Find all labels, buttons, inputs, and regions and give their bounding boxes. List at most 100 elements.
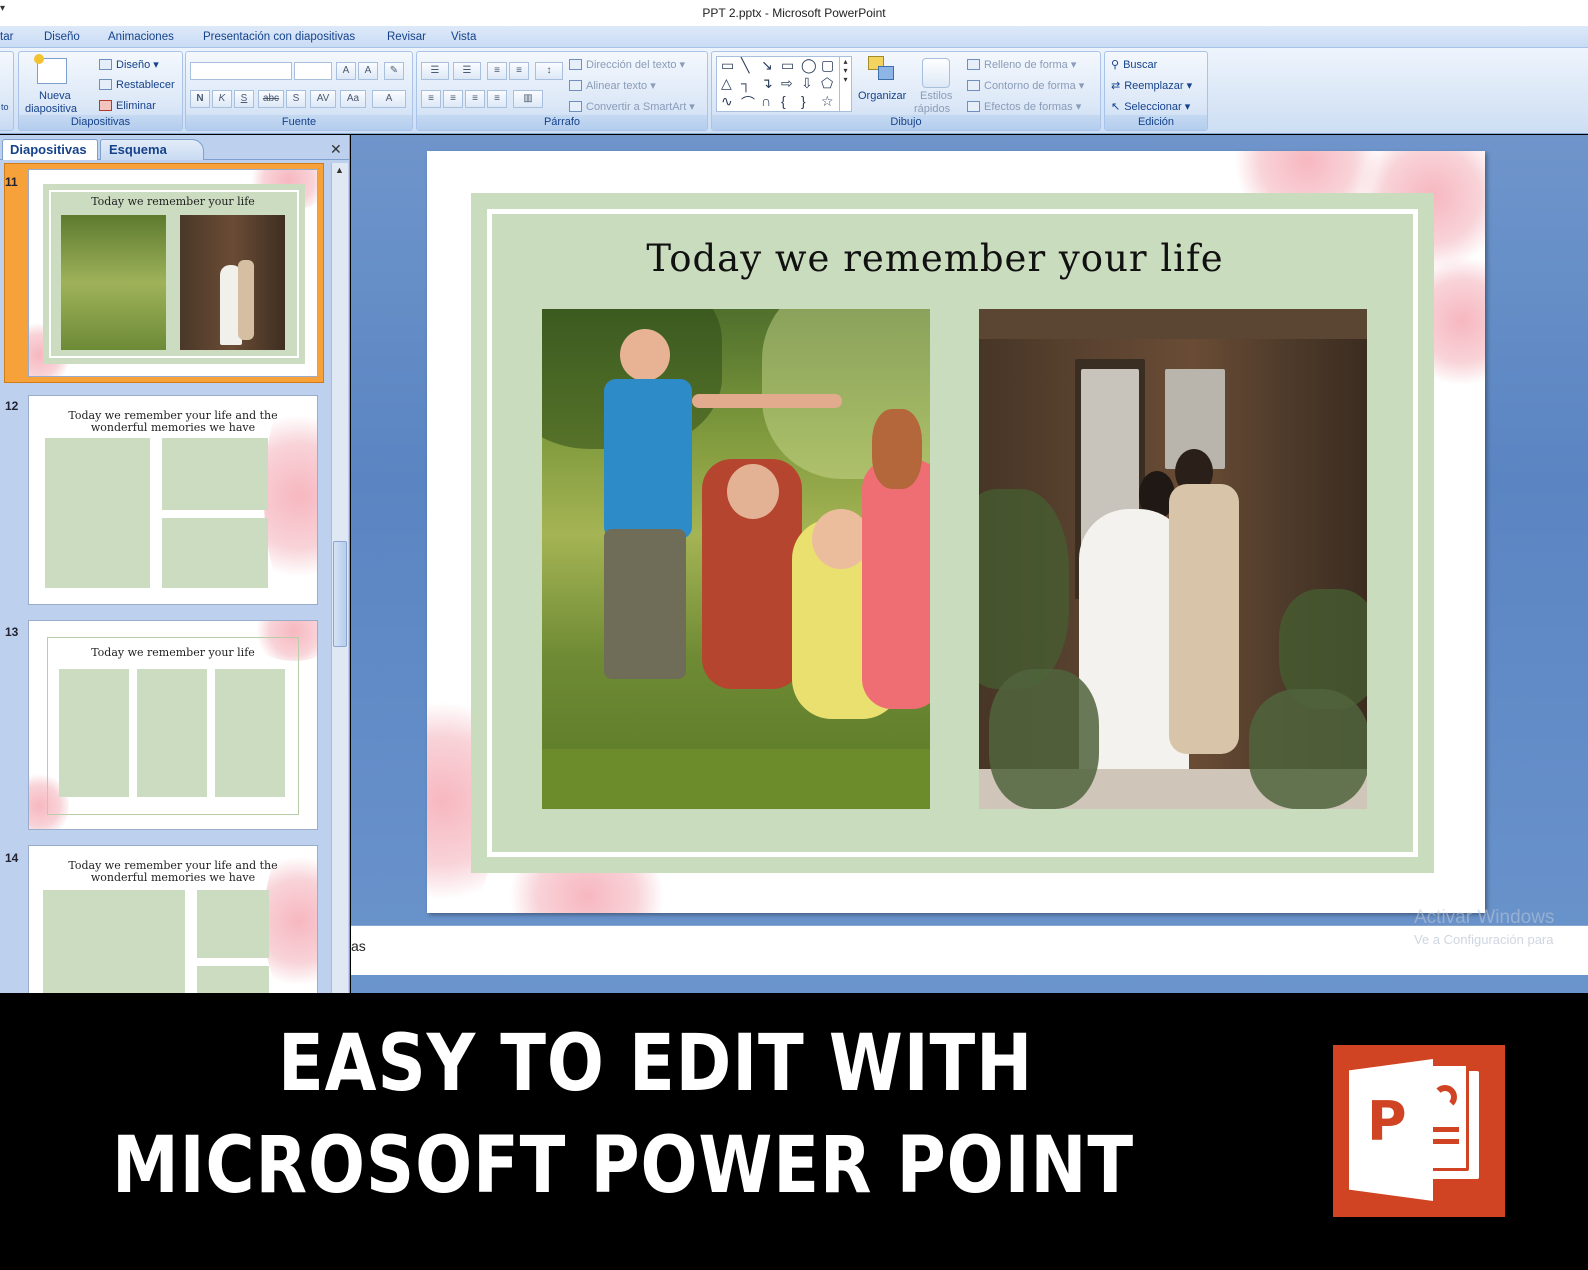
tab-view[interactable]: Vista: [451, 31, 476, 43]
bullets-button[interactable]: ☰: [421, 62, 449, 80]
bold-button[interactable]: N: [190, 90, 210, 108]
textbox-shape-icon[interactable]: ▭: [721, 57, 734, 74]
slide-thumbnail-14[interactable]: Today we remember your life and the wond…: [28, 845, 318, 993]
arrow-line-shape-icon[interactable]: ↘: [761, 57, 773, 74]
paragraph-group-label: Párrafo: [417, 115, 707, 130]
right-brace-shape-icon[interactable]: }: [801, 93, 806, 109]
font-group-label: Fuente: [186, 115, 412, 130]
align-right-button[interactable]: ≡: [465, 90, 485, 108]
freeform-shape-icon[interactable]: ∿: [721, 93, 733, 110]
select-button[interactable]: ↖ Seleccionar ▾: [1111, 100, 1190, 113]
binoculars-icon: ⚲: [1111, 59, 1120, 71]
font-color-button[interactable]: A: [372, 90, 406, 108]
notes-text[interactable]: as: [351, 938, 366, 954]
editing-group-label: Edición: [1105, 115, 1207, 130]
rounded-rect-shape-icon[interactable]: ▢: [821, 57, 834, 74]
elbow-arrow-shape-icon[interactable]: ↴: [761, 75, 773, 92]
layout-button[interactable]: Diseño ▾: [99, 58, 159, 71]
tab-review[interactable]: Revisar: [387, 31, 426, 43]
arrange-icon[interactable]: [868, 56, 898, 86]
convert-smartart-button[interactable]: Convertir a SmartArt ▾: [569, 100, 695, 113]
drawing-group-label: Dibujo: [712, 115, 1100, 130]
decrease-indent-button[interactable]: ≡: [487, 62, 507, 80]
effects-icon: [967, 101, 980, 112]
paragraph-group: ☰ ☰ ≡ ≡ ↕ ≡ ≡ ≡ ≡ ▥ Dirección del texto …: [416, 51, 708, 131]
current-slide[interactable]: Today we remember your life: [427, 151, 1485, 913]
slides-scrollbar[interactable]: ▲: [331, 163, 348, 993]
triangle-shape-icon[interactable]: △: [721, 75, 732, 92]
tab-insert[interactable]: tar: [0, 31, 13, 43]
right-arrow-shape-icon[interactable]: ⇨: [781, 75, 793, 92]
wedding-couple-photo[interactable]: [979, 309, 1367, 809]
new-slide-label-2[interactable]: diapositiva: [25, 103, 77, 115]
tab-design[interactable]: Diseño: [44, 31, 80, 43]
slide-title[interactable]: Today we remember your life: [427, 237, 1443, 280]
quick-styles-label-2[interactable]: rápidos: [914, 103, 950, 115]
photo-placeholder: [162, 518, 268, 588]
columns-button[interactable]: ▥: [513, 90, 543, 108]
new-slide-icon[interactable]: [34, 54, 67, 84]
slide-thumbnail-12[interactable]: Today we remember your life and the wond…: [28, 395, 318, 605]
grow-font-button[interactable]: A: [336, 62, 356, 80]
align-text-icon: [569, 80, 582, 91]
slide-number: 12: [5, 399, 19, 413]
font-size-input[interactable]: [294, 62, 332, 80]
banner-headline-line-1: EASY TO EDIT WITH: [278, 1019, 1034, 1109]
find-button[interactable]: ⚲ Buscar: [1111, 58, 1157, 71]
tab-animations[interactable]: Animaciones: [108, 31, 174, 43]
change-case-button[interactable]: Aa: [340, 90, 366, 108]
shape-outline-button[interactable]: Contorno de forma ▾: [967, 79, 1084, 92]
replace-button[interactable]: ⇄ Reemplazar ▾: [1111, 79, 1192, 92]
strikethrough-button[interactable]: abc: [258, 90, 284, 108]
shape-effects-button[interactable]: Efectos de formas ▾: [967, 100, 1081, 113]
shapes-scroll[interactable]: ▴ ▾ ▾: [839, 57, 851, 111]
left-brace-shape-icon[interactable]: {: [781, 93, 786, 109]
tab-slideshow[interactable]: Presentación con diapositivas: [203, 31, 355, 43]
align-text-button[interactable]: Alinear texto ▾: [569, 79, 656, 92]
close-icon[interactable]: ✕: [330, 141, 342, 158]
line-shape-icon[interactable]: ╲: [741, 57, 749, 74]
ribbon-tabs: tar Diseño Animaciones Presentación con …: [0, 26, 1588, 48]
delete-slide-button[interactable]: Eliminar: [99, 100, 156, 112]
elbow-connector-shape-icon[interactable]: ┐: [741, 75, 751, 91]
clear-format-button[interactable]: ✎: [384, 62, 404, 80]
curve-shape-icon[interactable]: ∩: [761, 93, 771, 109]
align-left-button[interactable]: ≡: [421, 90, 441, 108]
down-arrow-shape-icon[interactable]: ⇩: [801, 75, 813, 92]
quick-styles-label-1[interactable]: Estilos: [920, 90, 952, 102]
shapes-gallery[interactable]: ▭ ╲ ↘ ▭ ◯ ▢ △ ┐ ↴ ⇨ ⇩ ⬠ ∿ ⌒ ∩ { } ☆ ▴ ▾ ▾: [716, 56, 852, 112]
scrollbar-thumb[interactable]: [333, 541, 347, 647]
reset-button[interactable]: Restablecer: [99, 79, 175, 91]
text-direction-button[interactable]: Dirección del texto ▾: [569, 58, 685, 71]
underline-button[interactable]: S: [234, 90, 254, 108]
shape-fill-button[interactable]: Relleno de forma ▾: [967, 58, 1076, 71]
slide-thumbnail-11[interactable]: Today we remember your life: [28, 169, 318, 377]
notes-pane[interactable]: as: [351, 925, 1588, 975]
window-title: PPT 2.pptx - Microsoft PowerPoint: [702, 6, 886, 20]
new-slide-label-1[interactable]: Nueva: [39, 90, 71, 102]
arrange-button[interactable]: Organizar: [858, 90, 906, 102]
slide-thumbnail-13[interactable]: Today we remember your life: [28, 620, 318, 830]
shadow-button[interactable]: S: [286, 90, 306, 108]
align-center-button[interactable]: ≡: [443, 90, 463, 108]
char-spacing-button[interactable]: AV: [310, 90, 336, 108]
italic-button[interactable]: K: [212, 90, 232, 108]
scroll-up-icon[interactable]: ▲: [335, 165, 344, 175]
justify-button[interactable]: ≡: [487, 90, 507, 108]
increase-indent-button[interactable]: ≡: [509, 62, 529, 80]
tab-outline[interactable]: Esquema: [100, 139, 204, 160]
tab-slides[interactable]: Diapositivas: [2, 139, 98, 160]
kids-playing-photo[interactable]: [542, 309, 930, 809]
arc-shape-icon[interactable]: ⌒: [741, 93, 755, 113]
shrink-font-button[interactable]: A: [358, 62, 378, 80]
star-shape-icon[interactable]: ☆: [821, 93, 834, 110]
quick-styles-icon[interactable]: [922, 58, 950, 88]
slide-number: 11: [5, 175, 18, 189]
line-spacing-button[interactable]: ↕: [535, 62, 563, 80]
rectangle-shape-icon[interactable]: ▭: [781, 57, 794, 74]
font-name-input[interactable]: [190, 62, 292, 80]
clipboard-group-clipped: to: [0, 51, 14, 131]
numbering-button[interactable]: ☰: [453, 62, 481, 80]
pentagon-shape-icon[interactable]: ⬠: [821, 75, 833, 92]
oval-shape-icon[interactable]: ◯: [801, 57, 817, 74]
